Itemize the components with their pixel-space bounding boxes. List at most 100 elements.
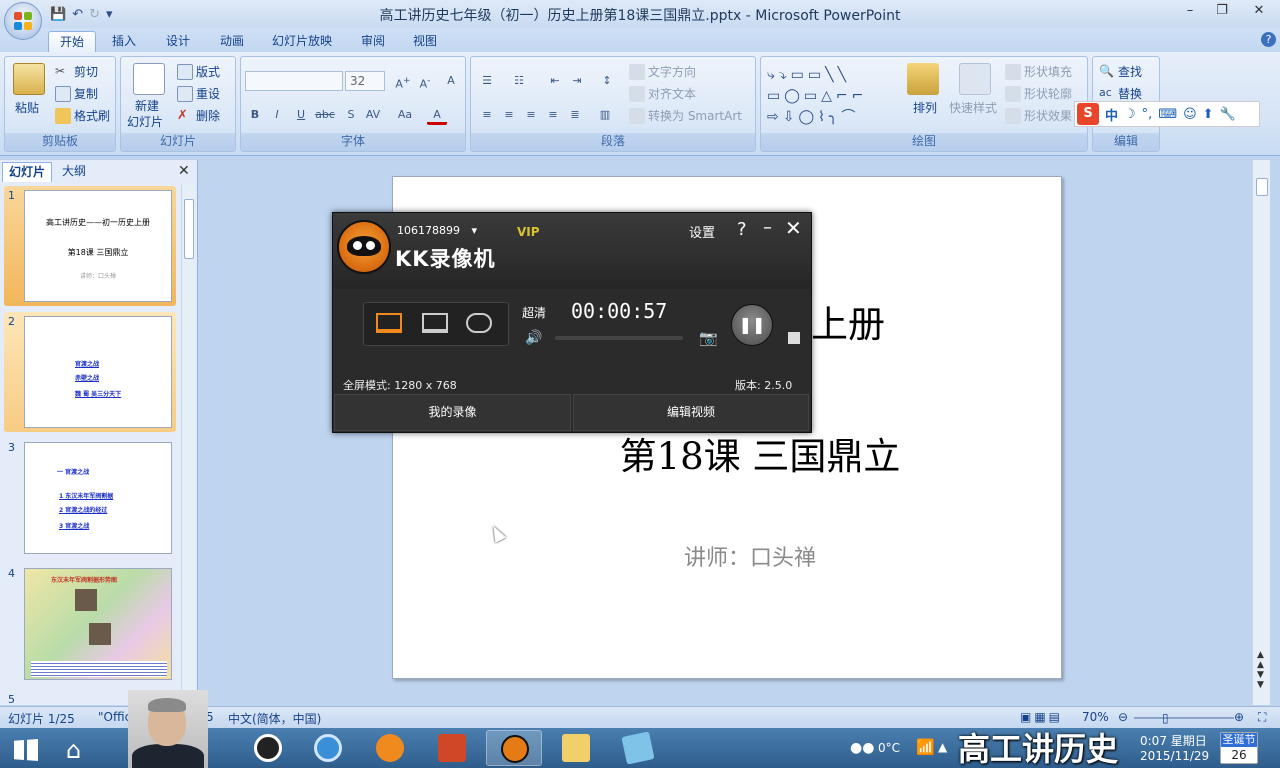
home-icon[interactable]: ⌂ [52,730,108,766]
kk-minimize-button[interactable]: – [763,217,772,238]
underline-icon[interactable]: U [291,105,311,125]
slide-thumbnail-1[interactable]: 1 高工讲历史——初一历史上册 第18课 三国鼎立 讲师：口头禅 [4,186,176,306]
grow-font-icon[interactable]: A+ [393,71,413,91]
cut-button[interactable]: ✂ 剪切 [55,63,98,80]
prev-next-slide-icons[interactable]: ▲ ▲ ▼ ▼ [1257,650,1264,690]
copy-button[interactable]: 复制 [55,85,98,102]
increase-indent-icon[interactable]: ⇥ [567,71,587,91]
align-left-icon[interactable]: ≡ [477,105,497,125]
folder-icon[interactable] [548,730,604,766]
start-button[interactable] [2,730,48,766]
help-icon[interactable]: ? [1261,32,1276,47]
strikethrough-icon[interactable]: abc [315,105,335,125]
tab-review[interactable]: 审阅 [352,31,394,52]
char-spacing-icon[interactable]: AV [363,105,383,125]
zoom-level[interactable]: 70% [1082,710,1109,724]
kk-quality-label[interactable]: 超清 [522,304,546,321]
clock-time[interactable]: 0:07 星期日 [1140,732,1207,749]
user-icon[interactable]: ☺ [1183,107,1197,122]
notebook-icon[interactable] [610,730,666,766]
new-slide-button-a[interactable]: 新建 [135,97,159,114]
ime-toolbar[interactable]: S 中 ☽ °, ⌨ ☺ ⬆ 🔧 [1074,101,1260,127]
zoom-slider[interactable] [1134,717,1234,719]
italic-icon[interactable]: I [267,105,287,125]
slide-thumbnail-2[interactable]: 2 官渡之战 赤壁之战 魏 蜀 吴三分天下 [4,312,176,432]
scroll-thumb[interactable] [1256,178,1268,196]
arrange-button[interactable]: 排列 [913,99,937,116]
volume-icon[interactable]: 🔊 [525,330,542,346]
moon-icon[interactable]: ☽ [1124,107,1136,122]
fullscreen-mode-icon[interactable] [376,313,402,333]
ime-mode-label[interactable]: 中 [1105,105,1118,124]
new-slide-button-b[interactable]: 幻灯片 [127,113,163,130]
kk-volume-slider[interactable] [555,336,683,340]
bullets-icon[interactable]: ☰ [477,71,497,91]
clock-date[interactable]: 2015/11/29 [1140,749,1209,763]
kk-vip-badge[interactable]: VIP [517,225,540,239]
zoom-slider-thumb[interactable]: ▯ [1162,711,1169,725]
new-slide-icon[interactable] [133,63,165,95]
find-button[interactable]: 🔍 查找 [1099,63,1142,80]
format-painter-button[interactable]: 格式刷 [55,107,110,124]
paste-button[interactable]: 粘贴 [15,99,39,116]
font-size-box[interactable]: 32 [345,71,385,91]
shadow-icon[interactable]: S [341,105,361,125]
scroll-thumb[interactable] [184,199,194,259]
fit-slide-icon[interactable]: ⛶ [1258,710,1266,725]
quick-styles-button[interactable]: 快速样式 [949,99,997,116]
replace-button[interactable]: ac 替换 [1099,85,1142,102]
align-center-icon[interactable]: ≡ [499,105,519,125]
close-button[interactable]: ✕ [1238,0,1280,22]
shape-effects-button[interactable]: 形状效果 [1005,107,1072,124]
skin-icon[interactable]: ⬆ [1203,107,1214,122]
delete-button[interactable]: ✗ 删除 [177,107,220,124]
wifi-icon[interactable]: 📶 [916,738,935,756]
bird-app-icon[interactable] [362,730,418,766]
tools-icon[interactable]: 🔧 [1220,107,1236,122]
arrange-icon[interactable] [907,63,939,95]
tab-outline[interactable]: 大纲 [56,162,92,182]
kk-account[interactable]: 106178899 ▾ [397,224,477,237]
shape-fill-button[interactable]: 形状填充 [1005,63,1072,80]
language[interactable]: 中文(简体，中国) [228,710,321,727]
tab-design[interactable]: 设计 [158,31,198,52]
kk-settings-button[interactable]: 设置 [689,222,715,241]
punctuation-icon[interactable]: °, [1142,107,1153,122]
zoom-out-icon[interactable]: ⊖ [1118,710,1128,724]
line-spacing-icon[interactable]: ↕ [597,71,617,91]
zoom-in-icon[interactable]: ⊕ [1234,710,1244,724]
qat-dropdown-icon[interactable]: ▾ [106,7,113,22]
distribute-icon[interactable]: ≣ [565,105,585,125]
slide-lecturer[interactable]: 讲师：口头禅 [560,540,940,572]
office-button[interactable] [4,2,42,40]
paste-icon[interactable] [13,63,45,95]
camera-icon[interactable]: 📷 [699,329,718,347]
tab-home[interactable]: 开始 [48,31,96,52]
minimize-button[interactable]: – [1174,0,1206,22]
my-recordings-button[interactable]: 我的录像 [334,394,571,431]
kk-help-icon[interactable]: ? [737,219,747,240]
decrease-indent-icon[interactable]: ⇤ [545,71,565,91]
layout-button[interactable]: 版式 [177,63,220,80]
slide-thumbnail-4[interactable]: 4 东汉末年军阀割据形势图 [4,564,176,684]
tab-insert[interactable]: 插入 [104,31,144,52]
align-text-button[interactable]: 对齐文本 [629,85,696,102]
slide-thumbnail-3[interactable]: 3 一 官渡之战 1 东汉末年军阀割据 2 官渡之战的经过 3 官渡之战 [4,438,176,558]
slide-subtitle[interactable]: 第18课 三国鼎立 [560,426,960,480]
font-name-box[interactable] [245,71,343,91]
tab-slides[interactable]: 幻灯片 [2,162,53,182]
clear-format-icon[interactable]: A [441,71,461,91]
font-color-icon[interactable]: A [427,105,447,125]
justify-icon[interactable]: ≡ [543,105,563,125]
game-mode-icon[interactable] [466,313,492,333]
bold-icon[interactable]: B [245,105,265,125]
browser-icon[interactable] [300,730,356,766]
calendar-widget[interactable]: 圣诞节 26 [1220,732,1258,764]
vertical-scrollbar[interactable]: ▲ ▲ ▼ ▼ [1252,160,1270,705]
align-right-icon[interactable]: ≡ [521,105,541,125]
text-direction-button[interactable]: 文字方向 [629,63,696,80]
change-case-icon[interactable]: Aa [395,105,415,125]
tab-slideshow[interactable]: 幻灯片放映 [264,31,340,52]
kk-close-button[interactable]: ✕ [785,216,802,240]
region-mode-icon[interactable] [422,313,448,333]
